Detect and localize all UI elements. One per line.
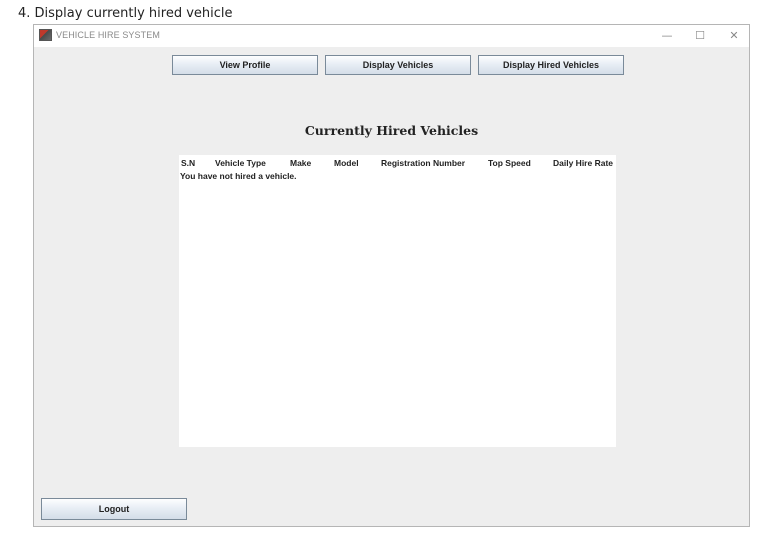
column-header-model: Model	[334, 158, 359, 168]
document-heading: 4. Display currently hired vehicle	[18, 6, 233, 21]
column-header-sn: S.N	[181, 158, 196, 168]
column-header-make: Make	[290, 158, 312, 168]
title-bar: VEHICLE HIRE SYSTEM — ☐ ✕	[34, 25, 749, 47]
page-title: Currently Hired Vehicles	[304, 123, 479, 138]
display-vehicles-button[interactable]: Display Vehicles	[325, 55, 471, 75]
window-title: VEHICLE HIRE SYSTEM	[56, 30, 160, 40]
column-header-top-speed: Top Speed	[488, 158, 531, 168]
empty-state-message: You have not hired a vehicle.	[180, 171, 297, 181]
column-header-daily-hire-rate: Daily Hire Rate	[553, 158, 613, 168]
logout-button[interactable]: Logout	[41, 498, 187, 520]
column-header-registration-number: Registration Number	[381, 158, 466, 168]
minimize-icon[interactable]: —	[655, 27, 679, 45]
column-header-vehicle-type: Vehicle Type	[215, 158, 266, 168]
hired-vehicles-table: S.N Vehicle Type Make Model Registration…	[179, 155, 616, 447]
close-icon[interactable]: ✕	[722, 27, 746, 45]
view-profile-button[interactable]: View Profile	[172, 55, 318, 75]
app-icon	[39, 29, 52, 41]
display-hired-vehicles-button[interactable]: Display Hired Vehicles	[478, 55, 624, 75]
maximize-icon[interactable]: ☐	[688, 27, 712, 45]
app-window: VEHICLE HIRE SYSTEM — ☐ ✕ View Profile D…	[33, 24, 750, 527]
